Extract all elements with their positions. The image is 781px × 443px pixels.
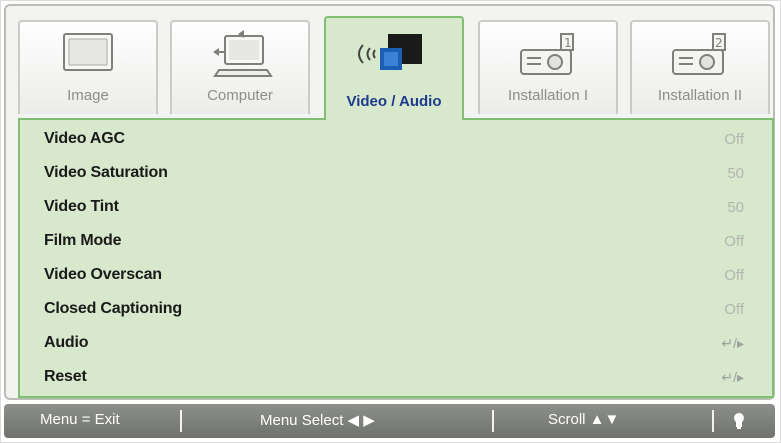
menu-item-audio[interactable]: Audio ↵/▸ (20, 326, 772, 360)
enter-submenu-icon: ↵/▸ (721, 369, 744, 385)
help-bar: Menu = Exit Menu Select ◀ ▶ Scroll ▲▼ (4, 404, 775, 438)
menu-item-film-mode[interactable]: Film Mode Off (20, 224, 772, 258)
tab-installation-1-label: Installation I (507, 87, 589, 104)
tab-installation-2[interactable]: 2 Installation II (630, 20, 770, 114)
menu-item-label: Video Tint (44, 198, 119, 215)
svg-text:2: 2 (715, 36, 723, 50)
menu-item-value: 50 (727, 165, 744, 182)
menu-item-closed-captioning[interactable]: Closed Captioning Off (20, 292, 772, 326)
computer-icon (205, 30, 275, 85)
tab-video-audio[interactable]: Video / Audio (324, 16, 464, 120)
settings-panel: Video AGC Off Video Saturation 50 Video … (18, 118, 774, 398)
tab-computer[interactable]: Computer (170, 20, 310, 114)
menu-item-value: 50 (727, 199, 744, 216)
lightbulb-icon[interactable] (732, 412, 746, 434)
menu-item-label: Video Overscan (44, 266, 162, 283)
separator (712, 410, 714, 432)
scroll-hint: Scroll ▲▼ (548, 411, 620, 428)
monitor-icon (58, 30, 118, 83)
tv-audio-icon (354, 28, 434, 85)
svg-text:1: 1 (564, 36, 572, 50)
tab-image-label: Image (67, 87, 109, 104)
separator (180, 410, 182, 432)
menu-item-label: Closed Captioning (44, 300, 182, 317)
menu-item-value: Off (724, 131, 744, 148)
menu-item-video-saturation[interactable]: Video Saturation 50 (20, 156, 772, 190)
menu-item-video-agc[interactable]: Video AGC Off (20, 122, 772, 156)
tab-bar: Image Computer Video / Audio 1 Installat… (18, 16, 778, 120)
menu-item-value: Off (724, 233, 744, 250)
tab-computer-label: Computer (207, 87, 273, 104)
menu-exit-hint: Menu = Exit (40, 411, 120, 428)
menu-item-label: Reset (44, 368, 87, 385)
projector-1-icon: 1 (513, 30, 583, 85)
menu-item-label: Audio (44, 334, 89, 351)
menu-item-label: Video Saturation (44, 164, 168, 181)
tab-installation-2-label: Installation II (657, 87, 743, 104)
menu-select-hint: Menu Select ◀ ▶ (260, 412, 375, 429)
menu-item-label: Video AGC (44, 130, 125, 147)
menu-item-label: Film Mode (44, 232, 122, 249)
tab-video-audio-label: Video / Audio (346, 93, 442, 110)
menu-item-reset[interactable]: Reset ↵/▸ (20, 360, 772, 394)
menu-item-video-overscan[interactable]: Video Overscan Off (20, 258, 772, 292)
enter-submenu-icon: ↵/▸ (721, 335, 744, 351)
projector-2-icon: 2 (665, 30, 735, 85)
menu-item-video-tint[interactable]: Video Tint 50 (20, 190, 772, 224)
tab-image[interactable]: Image (18, 20, 158, 114)
menu-item-value: Off (724, 301, 744, 318)
menu-item-value: Off (724, 267, 744, 284)
osd-frame: Image Computer Video / Audio 1 Installat… (4, 4, 775, 400)
separator (492, 410, 494, 432)
tab-installation-1[interactable]: 1 Installation I (478, 20, 618, 114)
